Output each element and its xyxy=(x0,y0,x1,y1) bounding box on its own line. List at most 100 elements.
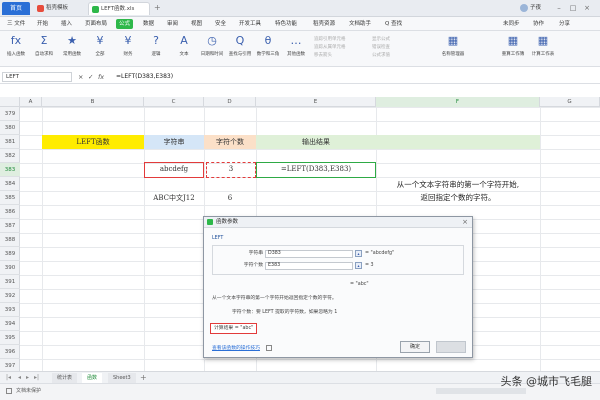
menu-review[interactable]: 审阅 xyxy=(164,19,181,29)
first-sheet-icon[interactable]: |◂ xyxy=(6,373,11,383)
cell-header-output[interactable]: 输出结果 xyxy=(256,135,376,149)
menu-security[interactable]: 安全 xyxy=(212,19,229,29)
row-header[interactable]: 389 xyxy=(0,247,20,261)
row-header[interactable]: 393 xyxy=(0,303,20,317)
trace-precedents[interactable]: 追踪引用单元格 xyxy=(314,36,346,44)
insert-function-button[interactable]: fx 插入函数 xyxy=(3,34,29,64)
menu-home[interactable]: 开始 xyxy=(34,19,51,29)
collaborate-button[interactable]: 协作 xyxy=(530,19,547,29)
menu-formulas[interactable]: 公式 xyxy=(116,19,134,29)
sheet-tab-stats[interactable]: 统计表 xyxy=(52,373,78,383)
add-sheet-icon[interactable]: + xyxy=(140,372,147,383)
range-picker-icon[interactable]: ▴ xyxy=(355,250,362,257)
menu-insert[interactable]: 插入 xyxy=(58,19,75,29)
cell-d383[interactable]: abcdefg xyxy=(144,162,204,178)
menu-developer[interactable]: 开发工具 xyxy=(236,19,264,29)
menu-page-layout[interactable]: 页面布局 xyxy=(82,19,110,29)
tab-docer-templates[interactable]: 稻壳模板 xyxy=(34,2,86,15)
share-button[interactable]: 分享 xyxy=(556,19,573,29)
column-header[interactable]: E xyxy=(256,97,376,107)
evaluate-formula[interactable]: 公式求值 xyxy=(372,52,390,60)
cell-header-count[interactable]: 字符个数 xyxy=(204,135,256,149)
new-tab-icon[interactable]: + xyxy=(154,3,161,13)
text-functions-button[interactable]: A 文本 xyxy=(171,34,197,64)
row-header[interactable]: 390 xyxy=(0,261,20,275)
next-sheet-icon[interactable]: ▸ xyxy=(26,373,29,383)
column-header[interactable]: G xyxy=(540,97,600,107)
row-header[interactable]: 381 xyxy=(0,135,20,149)
column-header[interactable]: C xyxy=(144,97,204,107)
all-functions-button[interactable]: ¥ 全部 xyxy=(87,34,113,64)
select-all-corner[interactable] xyxy=(0,97,20,107)
menu-data[interactable]: 数据 xyxy=(140,19,157,29)
remove-arrows[interactable]: 移去箭头 xyxy=(314,52,346,60)
param-count-input[interactable]: E383 xyxy=(265,262,353,270)
menu-special[interactable]: 特色功能 xyxy=(272,19,300,29)
column-header-selected[interactable]: F xyxy=(376,97,540,107)
recalc-workbook-button[interactable]: ▦ 重算工作簿 xyxy=(500,34,526,64)
calc-sheet-button[interactable]: ▦ 计算工作表 xyxy=(530,34,556,64)
range-picker-icon[interactable]: ▴ xyxy=(355,262,362,269)
sheet-tab-functions[interactable]: 函数 xyxy=(82,373,103,383)
column-header[interactable]: B xyxy=(42,97,144,107)
ok-button[interactable]: 确定 xyxy=(400,341,430,353)
menu-file[interactable]: 三 文件 xyxy=(4,19,28,29)
logical-button[interactable]: ? 逻辑 xyxy=(143,34,169,64)
dialog-title-bar[interactable]: 函数参数 xyxy=(204,217,472,228)
minimize-icon[interactable]: – xyxy=(554,3,564,13)
row-header[interactable]: 386 xyxy=(0,205,20,219)
trace-dependents[interactable]: 追踪从属单元格 xyxy=(314,44,346,52)
name-manager-button[interactable]: ▦ 名称管理器 xyxy=(440,34,466,64)
row-header[interactable]: 385 xyxy=(0,191,20,205)
home-tab[interactable]: 首页 xyxy=(2,2,30,15)
other-functions-button[interactable]: … 其他函数 xyxy=(283,34,309,64)
protection-status[interactable]: 文档未保护 xyxy=(16,387,41,395)
close-icon[interactable]: × xyxy=(582,3,592,13)
row-header[interactable]: 383 xyxy=(0,163,20,177)
cell-d385[interactable]: ABC中文J12 xyxy=(144,191,204,205)
video-icon[interactable] xyxy=(266,345,272,351)
row-header[interactable]: 380 xyxy=(0,121,20,135)
cell-e383[interactable]: 3 xyxy=(206,162,256,178)
param-string-input[interactable]: D383 xyxy=(265,250,353,258)
sync-status[interactable]: 未同步 xyxy=(500,19,523,29)
row-header[interactable]: 396 xyxy=(0,345,20,359)
cell-header-output-ext[interactable] xyxy=(376,135,540,149)
row-header[interactable]: 388 xyxy=(0,233,20,247)
fx-icon[interactable]: fx xyxy=(98,72,104,82)
financial-button[interactable]: ¥ 财务 xyxy=(115,34,141,64)
row-header[interactable]: 392 xyxy=(0,289,20,303)
column-header[interactable]: A xyxy=(20,97,42,107)
lookup-reference-button[interactable]: Q 查找与引用 xyxy=(227,34,253,64)
autosum-button[interactable]: Σ 自动求和 xyxy=(31,34,57,64)
show-formulas[interactable]: 显示公式 xyxy=(372,36,390,44)
row-header[interactable]: 387 xyxy=(0,219,20,233)
avatar[interactable] xyxy=(520,4,528,12)
menu-view[interactable]: 视图 xyxy=(188,19,205,29)
row-header[interactable]: 382 xyxy=(0,149,20,163)
last-sheet-icon[interactable]: ▸| xyxy=(34,373,39,383)
formula-input[interactable]: =LEFT(D383,E383) xyxy=(116,72,173,82)
cell-e385[interactable]: 6 xyxy=(204,191,256,205)
date-time-button[interactable]: ◷ 日期和时间 xyxy=(199,34,225,64)
maximize-icon[interactable]: □ xyxy=(568,3,578,13)
confirm-icon[interactable]: ✓ xyxy=(88,72,93,82)
cell-header-string[interactable]: 字符串 xyxy=(144,135,204,149)
row-header[interactable]: 384 xyxy=(0,177,20,191)
common-functions-button[interactable]: ★ 常用函数 xyxy=(59,34,85,64)
column-header[interactable]: D xyxy=(204,97,256,107)
menu-doc-assistant[interactable]: 文档助手 xyxy=(346,19,374,29)
cell-f383[interactable]: =LEFT(D383,E383) xyxy=(256,162,376,178)
menu-docer[interactable]: 稻壳资源 xyxy=(310,19,338,29)
prev-sheet-icon[interactable]: ◂ xyxy=(18,373,21,383)
row-header[interactable]: 391 xyxy=(0,275,20,289)
row-header[interactable]: 379 xyxy=(0,107,20,121)
tab-left-function-file[interactable]: LEFT函数.xls xyxy=(88,2,150,15)
row-header[interactable]: 395 xyxy=(0,331,20,345)
cancel-button[interactable] xyxy=(436,341,466,353)
cell-left-function-title[interactable]: LEFT函数 xyxy=(42,135,144,149)
name-box[interactable]: LEFT xyxy=(2,72,72,82)
dialog-close-icon[interactable]: × xyxy=(462,217,468,228)
sheet-tab-sheet3[interactable]: Sheet3 xyxy=(108,373,136,383)
help-link[interactable]: 查看该函数的操作技巧 xyxy=(212,345,260,352)
